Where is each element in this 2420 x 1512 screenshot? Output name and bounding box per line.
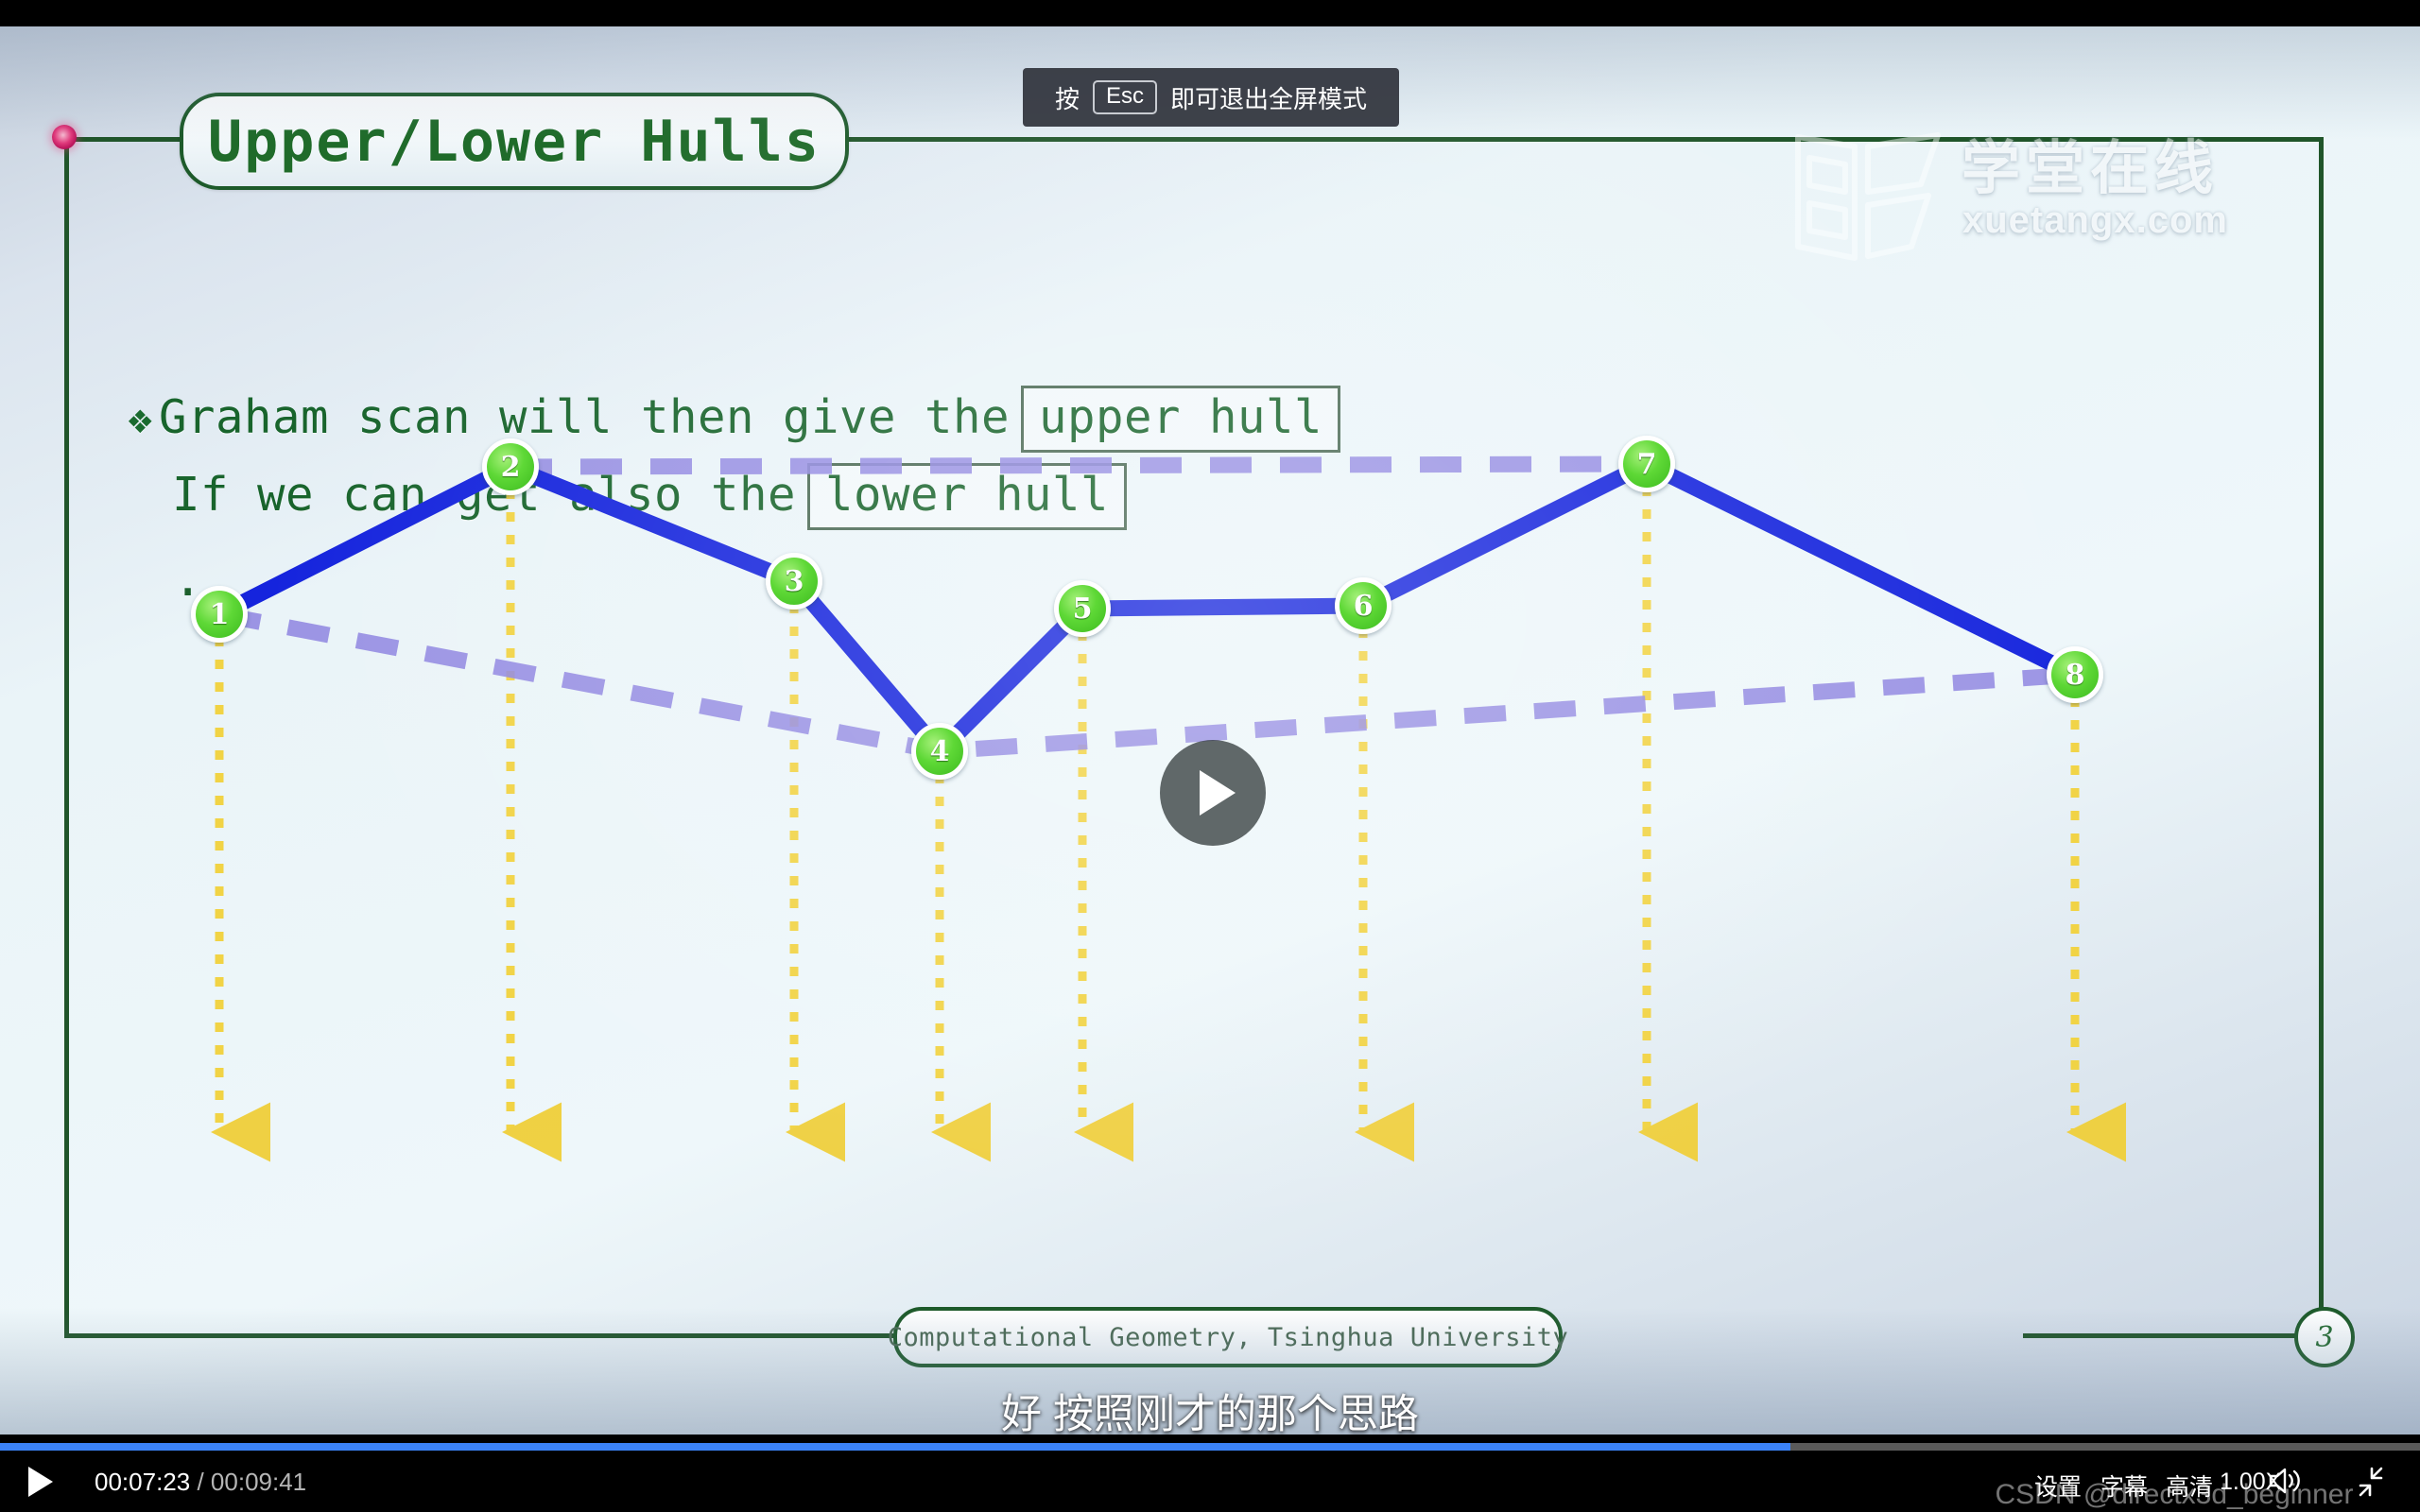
point-node-4[interactable]: 4 [911,723,968,780]
volume-icon[interactable] [2267,1465,2305,1502]
subtitle-toggle-button[interactable]: 字幕 [2100,1469,2148,1503]
point-node-7[interactable]: 7 [1618,436,1675,492]
current-time: 00:07:23 [95,1468,191,1496]
exit-fullscreen-icon[interactable] [2352,1465,2390,1503]
esc-key-badge: Esc [1093,80,1158,114]
point-label: 3 [784,564,804,598]
projection-lines [211,464,2126,1162]
page-number-badge: 3 [2294,1307,2355,1367]
play-triangle-icon [1200,770,1236,816]
point-label: 7 [1636,447,1657,481]
slide-canvas: Upper/Lower Hulls ❖ Graham scan will then… [52,78,2373,1397]
lower-hull-dashed [217,606,2076,760]
toast-suffix: 即可退出全屏模式 [1170,84,1368,113]
point-node-6[interactable]: 6 [1335,577,1392,634]
point-node-1[interactable]: 1 [191,586,248,643]
play-pause-button[interactable] [28,1467,53,1497]
progress-bar-track[interactable] [0,1443,2420,1451]
point-node-5[interactable]: 5 [1054,580,1111,637]
video-surface[interactable]: Upper/Lower Hulls ❖ Graham scan will then… [0,26,2420,1435]
point-node-2[interactable]: 2 [482,438,539,495]
slide-footer-pill: Computational Geometry, Tsinghua Univers… [888,1307,1568,1367]
total-time: 00:09:41 [210,1468,307,1496]
exit-fullscreen-toast: 按 Esc 即可退出全屏模式 [1023,68,1400,127]
time-separator: / [197,1468,204,1496]
footer-text: Computational Geometry, Tsinghua Univers… [887,1322,1569,1352]
video-player-fullscreen: Upper/Lower Hulls ❖ Graham scan will then… [0,0,2420,1512]
point-label: 4 [929,734,950,768]
settings-button[interactable]: 设置 [2034,1469,2082,1503]
hull-diagram: 1 2 3 4 5 6 7 8 [57,78,2373,1397]
point-label: 6 [1353,589,1374,623]
subtitle-text: 好 按照刚才的那个思路 [1001,1392,1419,1437]
point-node-3[interactable]: 3 [766,553,822,610]
time-display: 00:07:23 / 00:09:41 [95,1468,306,1497]
point-label: 2 [500,450,521,484]
point-node-8[interactable]: 8 [2047,646,2103,703]
player-controls-bar: 00:07:23 / 00:09:41 设置 字幕 高清 1.00X [0,1435,2420,1512]
progress-bar-fill [0,1443,1791,1451]
quality-button[interactable]: 高清 [2166,1469,2213,1503]
center-play-button[interactable] [1160,740,1266,846]
toast-prefix: 按 [1055,84,1080,113]
page-number: 3 [2315,1320,2334,1354]
point-label: 5 [1072,592,1093,626]
point-sequence-polyline [211,455,2083,760]
point-label: 1 [209,597,230,631]
point-label: 8 [2065,658,2085,692]
upper-hull-dashed [510,455,1648,475]
